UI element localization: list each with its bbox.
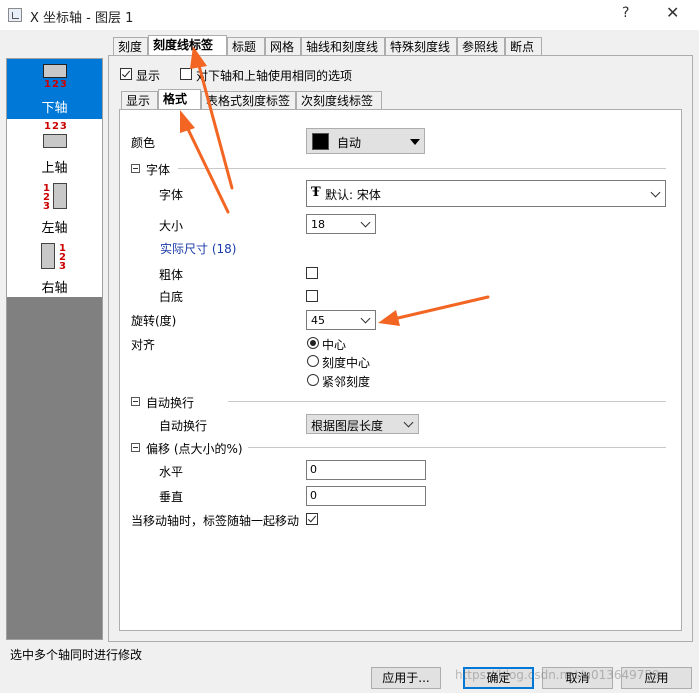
axis-item-left[interactable]: 123 左轴 [7,179,102,239]
align-option-label: 刻度中心 [322,356,371,370]
axis-numbers: 123 [44,121,68,132]
move-with-axis-label: 当移动轴时，标签随轴一起移动 [131,514,300,528]
bold-label: 粗体 [159,268,184,282]
horizontal-label: 水平 [159,465,184,479]
axis-label: 下轴 [41,101,68,116]
axis-numbers: 123 [44,79,68,90]
size-value: 18 [311,218,325,231]
bottom-axis-icon [43,64,67,78]
axis-label: 右轴 [41,281,68,296]
rotation-value: 45 [311,314,325,327]
font-select[interactable]: Ŧ 默认: 宋体 [306,180,666,207]
show-checkbox[interactable] [120,68,132,80]
tab-title[interactable]: 标题 [227,37,265,55]
align-option-label: 紧邻刻度 [322,375,371,389]
color-label: 颜色 [131,136,156,150]
title-bar: X 坐标轴 - 图层 1 ? ✕ [0,0,699,30]
help-icon[interactable]: ? [622,5,629,21]
tab-format[interactable]: 格式 [158,89,201,109]
axis-numbers: 123 [59,243,66,272]
axis-numbers: 123 [43,183,50,212]
align-option-label: 中心 [322,338,347,352]
wrap-group-label: 自动换行 [146,396,195,410]
white-bg-checkbox[interactable] [306,290,318,302]
show-label: 显示 [136,69,161,83]
close-icon[interactable]: ✕ [666,3,679,22]
window-title: X 坐标轴 - 图层 1 [30,11,134,26]
horizontal-offset-input[interactable]: 0 [306,460,426,480]
align-center-radio[interactable] [307,337,319,349]
bold-checkbox[interactable] [306,267,318,279]
same-options-label: 对下轴和上轴使用相同的选项 [196,69,353,83]
align-label: 对齐 [131,338,156,352]
axis-item-top[interactable]: 123 上轴 [7,119,102,179]
left-axis-icon [53,183,67,209]
axis-item-bottom[interactable]: 123 下轴 [7,59,102,119]
axis-label: 左轴 [41,221,68,236]
status-text: 选中多个轴同时进行修改 [10,648,143,662]
axis-label: 上轴 [41,161,68,176]
group-divider [228,401,666,402]
chevron-down-icon [650,187,661,198]
tab-grid[interactable]: 网格 [265,37,301,55]
font-label: 字体 [159,188,184,202]
align-tick-center-radio[interactable] [307,355,319,367]
vertical-offset-input[interactable]: 0 [306,486,426,506]
move-with-axis-checkbox[interactable] [306,513,318,525]
group-divider [248,447,666,448]
size-select[interactable]: 18 [306,214,376,234]
wrap-select[interactable]: 根据图层长度 [306,414,419,434]
group-divider [178,168,666,169]
white-bg-label: 白底 [159,290,184,304]
axis-app-icon [8,8,22,22]
font-group-label: 字体 [146,163,171,177]
truetype-font-icon: Ŧ [311,185,321,200]
rotation-label: 旋转(度) [131,314,177,328]
tab-axis-lines[interactable]: 轴线和刻度线 [301,37,385,55]
rotation-select[interactable]: 45 [306,310,376,330]
axis-item-right[interactable]: 123 右轴 [7,239,102,299]
chevron-down-icon [360,313,371,324]
tab-tick-labels[interactable]: 刻度线标签 [148,35,227,55]
watermark-text: https://blog.csdn.net/u013649759 [455,668,660,682]
size-label: 大小 [159,219,184,233]
vertical-label: 垂直 [159,490,184,504]
tab-ticks[interactable]: 刻度 [113,37,148,55]
tab-minor-tick-labels[interactable]: 次刻度线标签 [296,91,382,109]
tab-breaks[interactable]: 断点 [505,37,542,55]
wrap-label: 自动换行 [159,419,208,433]
actual-size-text: 实际尺寸 (18) [160,242,237,256]
axis-list: 123 下轴 123 上轴 123 左轴 123 右轴 [6,58,103,640]
offset-group-label: 偏移 (点大小的%) [146,442,243,456]
color-swatch [312,133,329,150]
apply-to-button[interactable]: 应用于... [371,667,441,689]
same-options-checkbox[interactable] [180,68,192,80]
collapse-icon[interactable] [131,397,140,406]
align-next-to-tick-radio[interactable] [307,374,319,386]
tab-special-ticks[interactable]: 特殊刻度线 [385,37,457,55]
chevron-down-icon [360,217,371,228]
chevron-down-icon [403,417,414,428]
wrap-value: 根据图层长度 [311,419,384,433]
right-axis-icon [41,243,55,269]
collapse-icon[interactable] [131,164,140,173]
font-value: 默认: 宋体 [325,188,381,202]
tab-display[interactable]: 显示 [121,91,158,109]
collapse-icon[interactable] [131,443,140,452]
tab-reference-lines[interactable]: 参照线 [457,37,505,55]
color-value: 自动 [337,136,362,150]
top-axis-icon [43,134,67,148]
dropdown-arrow-icon [410,139,420,145]
color-dropdown[interactable]: 自动 [306,128,425,154]
tab-table-tick-labels[interactable]: 表格式刻度标签 [201,91,296,109]
